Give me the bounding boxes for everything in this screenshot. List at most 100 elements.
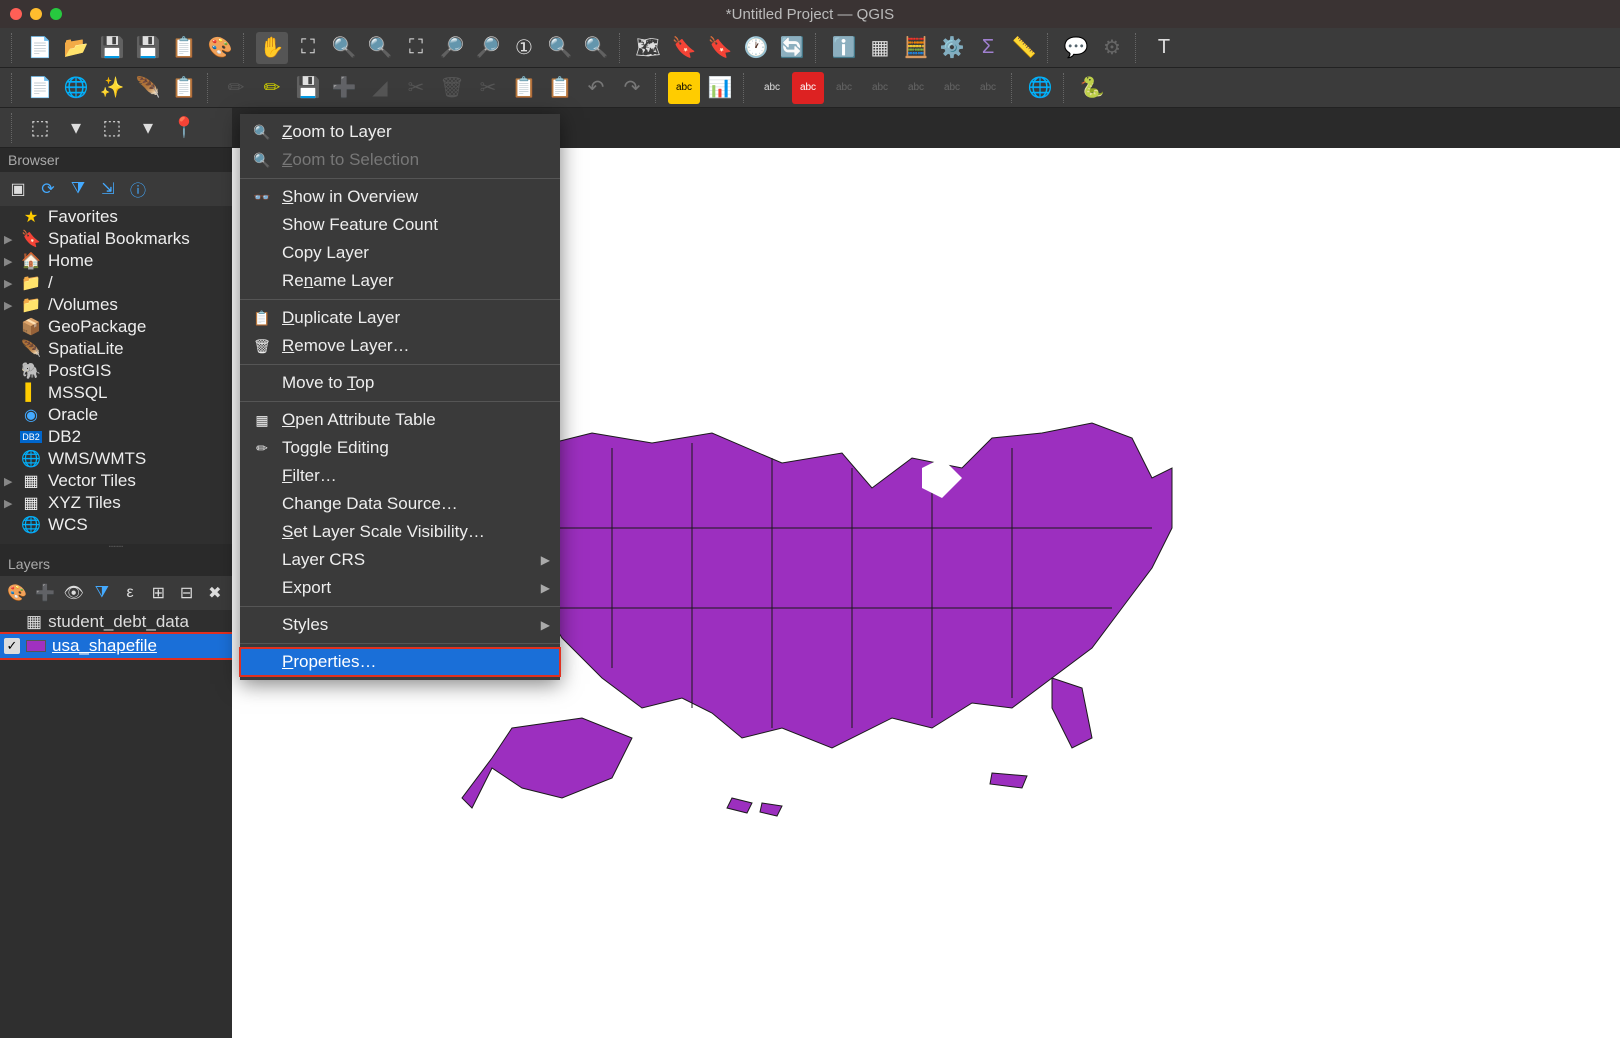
style-manager-icon[interactable]: 🎨	[204, 32, 236, 64]
zoom-layer-icon[interactable]: 🔎	[472, 32, 504, 64]
pan-selection-icon[interactable]: ⛶	[292, 32, 324, 64]
map-tips-icon[interactable]: 💬	[1060, 32, 1092, 64]
ctx-zoom-to-layer[interactable]: 🔍Zoom to Layer	[240, 118, 560, 146]
collapse-all-icon[interactable]: ⊟	[176, 581, 198, 605]
zoom-selection-icon[interactable]: 🔎	[436, 32, 468, 64]
collapse-icon[interactable]: ⇲	[96, 177, 120, 201]
zoom-next-icon[interactable]: 🔍	[580, 32, 612, 64]
select-all-icon[interactable]: ▾	[132, 112, 164, 144]
text-annotation-icon[interactable]: T	[1148, 32, 1180, 64]
label-change-icon[interactable]: abc	[900, 72, 932, 104]
label-props2-icon[interactable]: abc	[972, 72, 1004, 104]
ctx-export[interactable]: Export▶	[240, 574, 560, 602]
modify-icon[interactable]: ✂	[400, 72, 432, 104]
layer-checkbox[interactable]: ✓	[4, 638, 20, 654]
label-props-icon[interactable]: abc	[936, 72, 968, 104]
diagram-icon[interactable]: 📊	[704, 72, 736, 104]
ctx-move-to-top[interactable]: Move to Top	[240, 369, 560, 397]
ctx-set-layer-scale-visibility-[interactable]: Set Layer Scale Visibility…	[240, 518, 560, 546]
ctx-change-data-source-[interactable]: Change Data Source…	[240, 490, 560, 518]
visibility-icon[interactable]: 👁	[63, 581, 85, 605]
zoom-full-icon[interactable]: ⛶	[400, 32, 432, 64]
select-location-icon[interactable]: 📍	[168, 112, 200, 144]
new-map-view-icon[interactable]: 🗺	[632, 32, 664, 64]
ctx-show-feature-count[interactable]: Show Feature Count	[240, 211, 560, 239]
identify-icon[interactable]: ℹ️	[828, 32, 860, 64]
ctx-rename-layer[interactable]: Rename Layer	[240, 267, 560, 295]
label-move-icon[interactable]: abc	[756, 72, 788, 104]
ctx-toggle-editing[interactable]: ✏Toggle Editing	[240, 434, 560, 462]
browser-tree[interactable]: ★Favorites ▶🔖Spatial Bookmarks ▶🏠Home ▶📁…	[0, 206, 232, 544]
ctx-remove-layer-[interactable]: 🗑Remove Layer…	[240, 332, 560, 360]
add-layer-icon[interactable]: ▣	[6, 177, 30, 201]
layers-list[interactable]: ▦ student_debt_data ✓ usa_shapefile	[0, 610, 232, 1038]
new-bookmark-icon[interactable]: 🔖	[668, 32, 700, 64]
maximize-window[interactable]	[50, 8, 62, 20]
ctx-filter-[interactable]: Filter…	[240, 462, 560, 490]
label-hide-icon[interactable]: abc	[828, 72, 860, 104]
new-geopackage-icon[interactable]: ✨	[96, 72, 128, 104]
layer-row-selected[interactable]: ✓ usa_shapefile	[0, 634, 232, 658]
label-pin-icon[interactable]: abc	[792, 72, 824, 104]
zoom-native-icon[interactable]: ①	[508, 32, 540, 64]
python-icon[interactable]: 🐍	[1076, 72, 1108, 104]
select-value-icon[interactable]: ▾	[60, 112, 92, 144]
print-layout-icon[interactable]: 📋	[168, 32, 200, 64]
field-calc-icon[interactable]: 🧮	[900, 32, 932, 64]
style-icon[interactable]: 🎨	[6, 581, 28, 605]
splitter[interactable]: ┄┄┄	[0, 544, 232, 552]
properties-widget-icon[interactable]: ⓘ	[126, 177, 150, 201]
paste-icon[interactable]: 📋	[544, 72, 576, 104]
select-icon[interactable]: ⬚	[24, 112, 56, 144]
delete-icon[interactable]: 🗑	[436, 72, 468, 104]
undo-icon[interactable]: ↶	[580, 72, 612, 104]
temporal-icon[interactable]: 🕐	[740, 32, 772, 64]
save-as-icon[interactable]: 💾	[132, 32, 164, 64]
ctx-open-attribute-table[interactable]: ▦Open Attribute Table	[240, 406, 560, 434]
label-rotate-icon[interactable]: abc	[864, 72, 896, 104]
ctx-layer-crs[interactable]: Layer CRS▶	[240, 546, 560, 574]
ctx-duplicate-layer[interactable]: 📋Duplicate Layer	[240, 304, 560, 332]
zoom-in-icon[interactable]: 🔍	[328, 32, 360, 64]
options-icon[interactable]: ⚙	[1096, 32, 1128, 64]
expression-icon[interactable]: ε	[119, 581, 141, 605]
metasearch-icon[interactable]: 🌐	[1024, 72, 1056, 104]
edits-icon[interactable]: ✏	[220, 72, 252, 104]
open-project-icon[interactable]: 📂	[60, 32, 92, 64]
ctx-copy-layer[interactable]: Copy Layer	[240, 239, 560, 267]
minimize-window[interactable]	[30, 8, 42, 20]
save-project-icon[interactable]: 💾	[96, 32, 128, 64]
bookmarks-icon[interactable]: 🔖	[704, 32, 736, 64]
new-spatialite-icon[interactable]: 🪶	[132, 72, 164, 104]
vertex-icon[interactable]: ◢	[364, 72, 396, 104]
filter-browser-icon[interactable]: ⧩	[66, 177, 90, 201]
remove-icon[interactable]: ✖	[204, 581, 226, 605]
zoom-out-icon[interactable]: 🔍	[364, 32, 396, 64]
toggle-edit-icon[interactable]: ✏	[256, 72, 288, 104]
ctx-styles[interactable]: Styles▶	[240, 611, 560, 639]
attribute-table-icon[interactable]: ▦	[864, 32, 896, 64]
new-shapefile-icon[interactable]: 🌐	[60, 72, 92, 104]
statistics-icon[interactable]: Σ	[972, 32, 1004, 64]
copy-icon[interactable]: 📋	[508, 72, 540, 104]
new-project-icon[interactable]: 📄	[24, 32, 56, 64]
refresh-icon[interactable]: 🔄	[776, 32, 808, 64]
toolbox-icon[interactable]: ⚙️	[936, 32, 968, 64]
measure-icon[interactable]: 📏	[1008, 32, 1040, 64]
add-group-icon[interactable]: ➕	[34, 581, 56, 605]
save-edits-icon[interactable]: 💾	[292, 72, 324, 104]
filter-legend-icon[interactable]: ⧩	[91, 581, 113, 605]
zoom-last-icon[interactable]: 🔍	[544, 32, 576, 64]
cut-icon[interactable]: ✂	[472, 72, 504, 104]
close-window[interactable]	[10, 8, 22, 20]
expand-icon[interactable]: ⊞	[147, 581, 169, 605]
add-feature-icon[interactable]: ➕	[328, 72, 360, 104]
deselect-icon[interactable]: ⬚	[96, 112, 128, 144]
layer-row[interactable]: ▦ student_debt_data	[0, 610, 232, 634]
label-icon[interactable]: abc	[668, 72, 700, 104]
ctx-properties-[interactable]: Properties…	[240, 648, 560, 676]
ctx-show-in-overview[interactable]: 👓Show in Overview	[240, 183, 560, 211]
new-virtual-icon[interactable]: 📋	[168, 72, 200, 104]
add-vector-icon[interactable]: 📄	[24, 72, 56, 104]
redo-icon[interactable]: ↷	[616, 72, 648, 104]
